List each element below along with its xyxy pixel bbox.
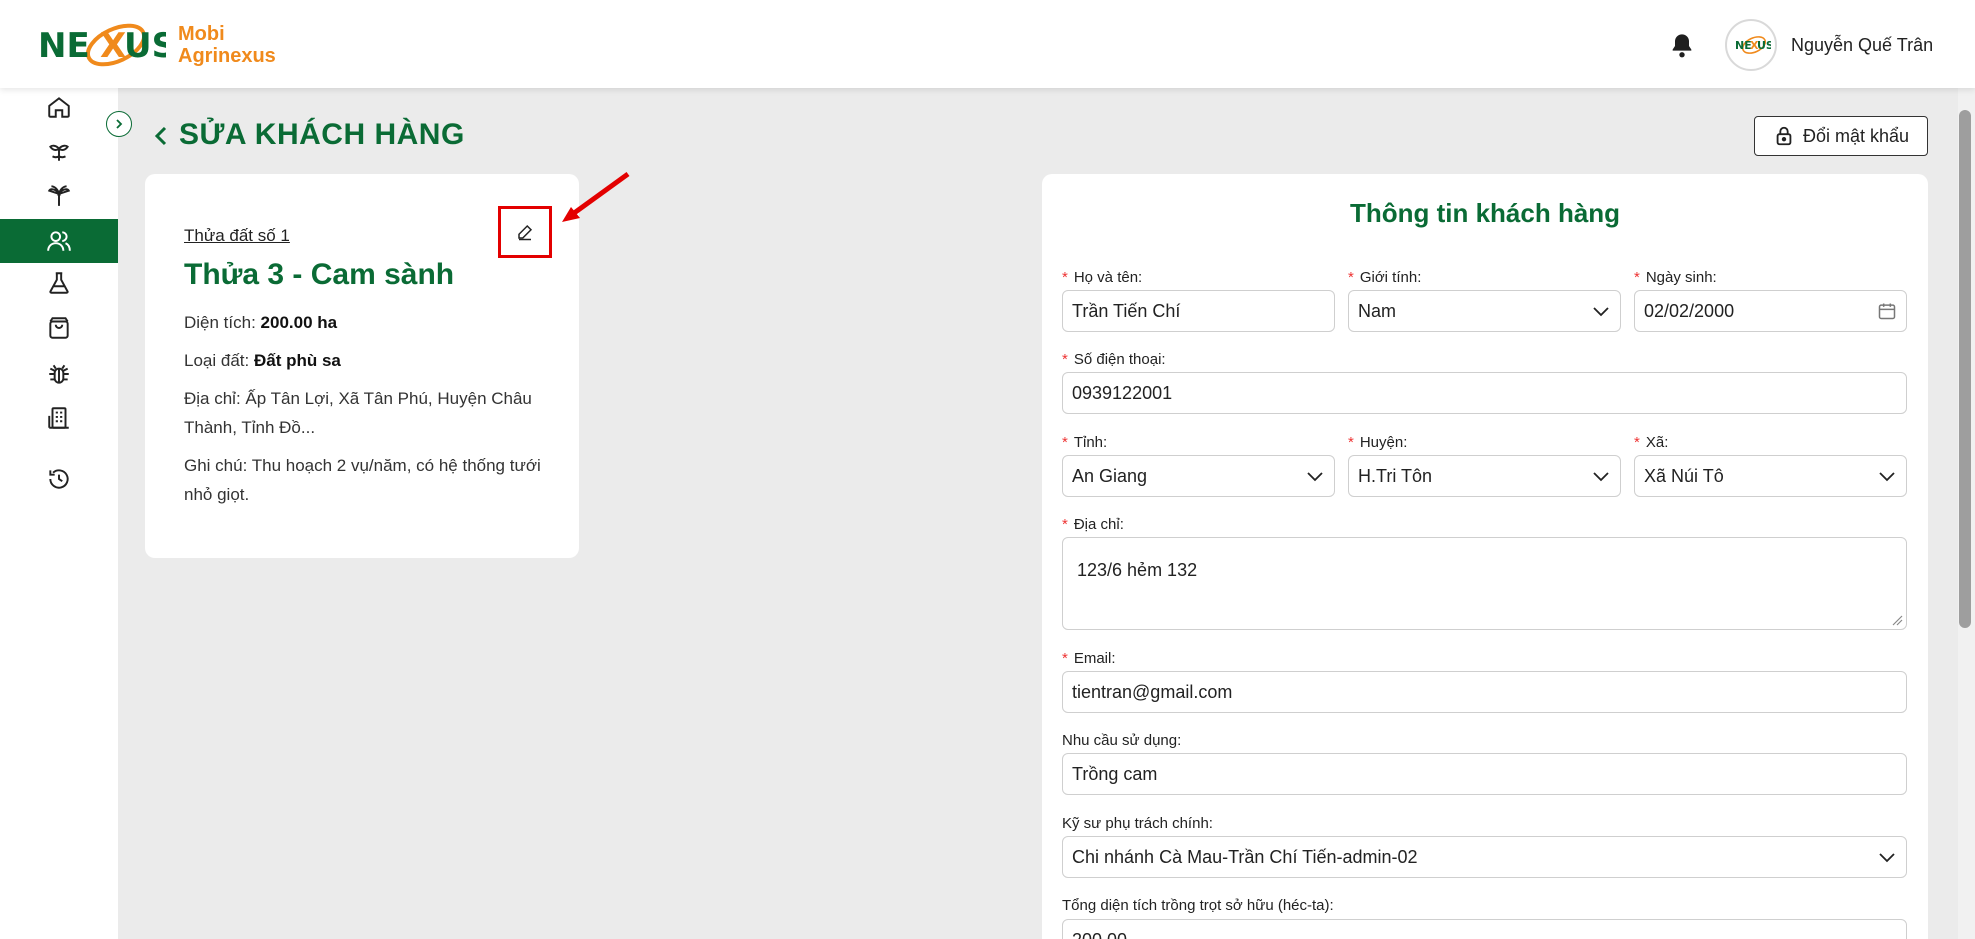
land-note: Ghi chú: Thu hoạch 2 vụ/năm, có hệ thống… [184, 456, 541, 504]
engineer-select[interactable]: Chi nhánh Cà Mau-Trần Chí Tiến-admin-02 [1062, 836, 1907, 878]
dob-value: 02/02/2000 [1644, 300, 1735, 321]
svg-text:US: US [1757, 39, 1771, 52]
sidebar-item-customers[interactable] [0, 219, 118, 263]
ward-label: * Xã: [1634, 434, 1669, 451]
gender-value: Nam [1358, 300, 1397, 321]
chevron-down-icon [1593, 307, 1609, 317]
sidebar-item-crops[interactable] [0, 129, 118, 173]
bug-icon [49, 364, 69, 384]
history-icon [49, 469, 69, 489]
plant-icon [49, 144, 69, 161]
dob-label: * Ngày sinh: [1634, 269, 1717, 286]
sidebar-item-orders[interactable] [0, 306, 118, 350]
chevron-down-icon [1879, 472, 1895, 482]
address-textarea[interactable]: 123/6 hẻm 132 [1062, 537, 1907, 630]
province-label: * Tỉnh: [1062, 434, 1108, 451]
phone-label: * Số điện thoại: [1062, 351, 1166, 368]
gender-label: * Giới tính: [1348, 269, 1422, 286]
sidebar-item-trees[interactable] [0, 173, 118, 217]
nexus-logo[interactable]: NE X US [36, 14, 166, 76]
total-area-label: Tổng diện tích trồng trọt sở hữu (héc-ta… [1062, 897, 1334, 914]
edit-land-button[interactable] [498, 206, 552, 258]
email-label: * Email: [1062, 650, 1116, 667]
fullname-label: * Họ và tên: [1062, 269, 1143, 286]
lock-icon [1776, 126, 1792, 146]
bell-icon[interactable] [1668, 32, 1696, 60]
avatar[interactable]: NE X US [1725, 19, 1777, 71]
resize-handle-icon[interactable] [1891, 614, 1903, 626]
flask-icon [49, 272, 69, 294]
engineer-value: Chi nhánh Cà Mau-Trần Chí Tiến-admin-02 [1072, 846, 1418, 867]
brand-line1: Mobi [178, 23, 225, 45]
ward-select[interactable]: Xã Núi Tô [1634, 455, 1907, 497]
back-chevron-icon[interactable] [150, 122, 172, 150]
annotation-arrow-icon [562, 171, 630, 222]
land-plot-link[interactable]: Thửa đất số 1 [184, 226, 290, 246]
total-area-input[interactable]: 200.00 [1062, 919, 1907, 939]
pencil-icon [518, 224, 533, 241]
province-select[interactable]: An Giang [1062, 455, 1335, 497]
fullname-input[interactable]: Trần Tiến Chí [1062, 290, 1335, 332]
tree-icon [47, 185, 71, 206]
bag-icon [49, 317, 69, 339]
need-label: Nhu cầu sử dụng: [1062, 732, 1182, 749]
chevron-right-icon [116, 119, 123, 129]
brand-name: Mobi Agrinexus [178, 23, 276, 67]
avatar-logo-icon: NE X US [1735, 36, 1771, 54]
svg-text:X: X [100, 26, 126, 66]
land-soil-value: Đất phù sa [253, 351, 341, 370]
brand-line2: Agrinexus [178, 45, 276, 67]
chevron-down-icon [1879, 853, 1895, 863]
building-icon [48, 407, 69, 429]
phone-input[interactable]: 0939122001 [1062, 372, 1907, 414]
svg-text:US: US [124, 26, 166, 66]
dob-input[interactable]: 02/02/2000 [1634, 290, 1907, 332]
top-header: NE X US Mobi Agrinexus NE X US Nguyễn Qu… [0, 0, 1975, 88]
district-value: H.Tri Tôn [1358, 465, 1433, 486]
customer-form: Thông tin khách hàng * Họ và tên: Trần Ti… [1042, 174, 1928, 939]
scrollbar-thumb[interactable] [1959, 110, 1971, 628]
user-name[interactable]: Nguyễn Quế Trân [1791, 35, 1933, 56]
district-select[interactable]: H.Tri Tôn [1348, 455, 1621, 497]
change-password-label: Đổi mật khẩu [1802, 125, 1910, 146]
svg-text:NE: NE [38, 26, 90, 66]
sidebar-toggle-button[interactable] [106, 111, 132, 137]
sidebar-item-history[interactable] [0, 457, 118, 501]
land-area: Diện tích: 200.00 ha [184, 308, 554, 337]
chevron-down-icon [1307, 472, 1323, 482]
ward-value: Xã Núi Tô [1644, 465, 1724, 486]
page-title: SỬA KHÁCH HÀNG [179, 118, 465, 151]
land-area-label: Diện tích: [184, 313, 256, 332]
sidebar-item-pests[interactable] [0, 352, 118, 396]
need-input[interactable]: Trồng cam [1062, 753, 1907, 795]
address-label: * Địa chỉ: [1062, 516, 1124, 533]
engineer-label: Kỹ sư phụ trách chính: [1062, 815, 1213, 832]
land-address: Địa chỉ: Ấp Tân Lợi, Xã Tân Phú, Huyện C… [184, 389, 532, 437]
land-area-value: 200.00 ha [260, 313, 338, 332]
home-icon [48, 97, 70, 118]
sidebar-item-home[interactable] [0, 85, 118, 129]
land-title: Thửa 3 - Cam sành [184, 258, 455, 291]
land-soil-label: Loại đất: [184, 351, 250, 370]
province-value: An Giang [1072, 465, 1148, 486]
change-password-button[interactable]: Đổi mật khẩu [1754, 116, 1928, 156]
users-icon [47, 231, 71, 251]
sidebar-item-lab[interactable] [0, 261, 118, 305]
land-soil: Loại đất: Đất phù sa [184, 346, 554, 375]
district-label: * Huyện: [1348, 434, 1408, 451]
gender-select[interactable]: Nam [1348, 290, 1621, 332]
chevron-down-icon [1593, 472, 1609, 482]
form-title: Thông tin khách hàng [1349, 198, 1621, 228]
sidebar-item-reports[interactable] [0, 396, 118, 440]
calendar-icon[interactable] [1877, 301, 1897, 321]
email-input[interactable]: tientran@gmail.com [1062, 671, 1907, 713]
